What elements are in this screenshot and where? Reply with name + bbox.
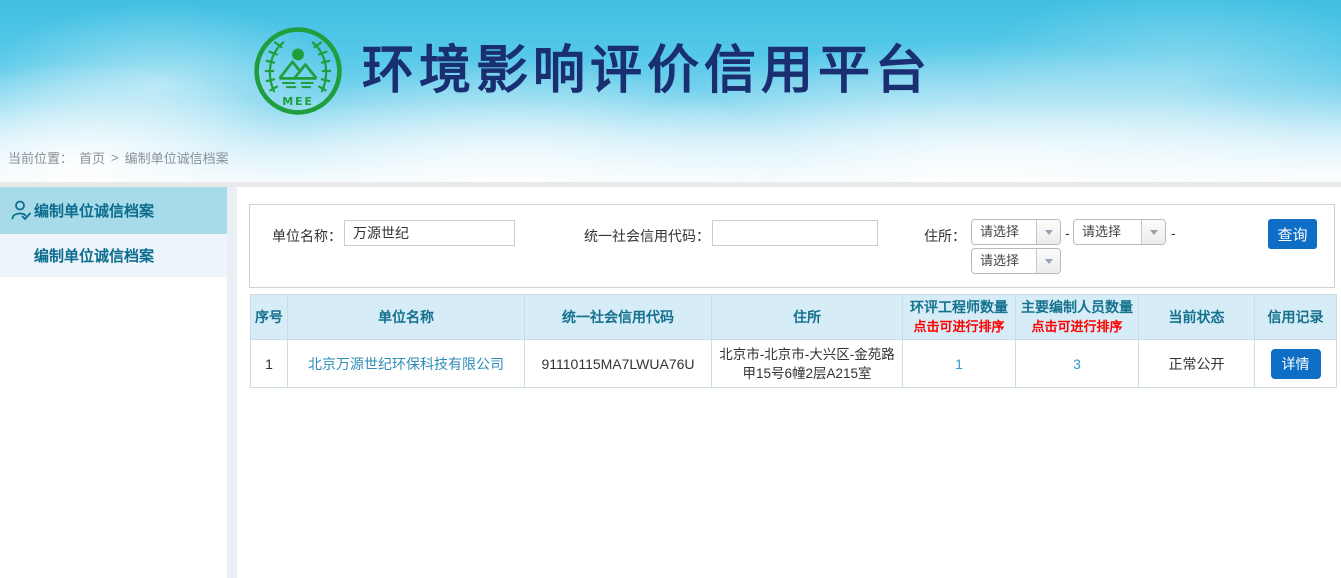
- col-header-status: 当前状态: [1139, 295, 1255, 340]
- unit-name-label: 单位名称：: [250, 226, 342, 246]
- cell-staff-count: 3: [1016, 340, 1139, 388]
- col-header-address: 住所: [712, 295, 903, 340]
- chevron-down-icon: [1150, 230, 1158, 235]
- address-label: 住所：: [892, 226, 966, 246]
- breadcrumb-separator: >: [111, 150, 119, 165]
- col-header-staff-count[interactable]: 主要编制人员数量 点击可进行排序: [1016, 295, 1139, 340]
- chevron-down-icon: [1045, 230, 1053, 235]
- col-header-engineer-count-title: 环评工程师数量: [910, 299, 1008, 315]
- breadcrumb-current: 编制单位诚信档案: [125, 148, 229, 167]
- sidebar-subitem-label: 编制单位诚信档案: [34, 245, 154, 266]
- region-dash: -: [1171, 225, 1176, 241]
- credit-code-input[interactable]: [712, 220, 878, 246]
- cell-address: 北京市-北京市-大兴区-金苑路甲15号6幢2层A215室: [712, 340, 903, 388]
- main: 编制单位诚信档案 编制单位诚信档案 单位名称： 统一社会信用代码： 住所： 请选…: [0, 187, 1341, 578]
- logo-text: MEE: [282, 95, 314, 108]
- region-select-city-value: 请选择: [1074, 220, 1141, 244]
- cell-engineer-count: 1: [903, 340, 1016, 388]
- sidebar: 编制单位诚信档案 编制单位诚信档案: [0, 187, 227, 578]
- region-select-district[interactable]: 请选择: [971, 248, 1061, 274]
- unit-name-link[interactable]: 北京万源世纪环保科技有限公司: [308, 356, 504, 372]
- col-header-unit-name: 单位名称: [288, 295, 525, 340]
- query-button[interactable]: 查询: [1268, 219, 1317, 249]
- staff-count-link[interactable]: 3: [1073, 356, 1081, 372]
- detail-button[interactable]: 详情: [1271, 349, 1321, 379]
- cell-status: 正常公开: [1139, 340, 1255, 388]
- site-header: MEE 环境影响评价信用平台 当前位置： 首页 > 编制单位诚信档案: [0, 0, 1341, 182]
- page: MEE 环境影响评价信用平台 当前位置： 首页 > 编制单位诚信档案 编制单位诚…: [0, 0, 1341, 578]
- breadcrumb-prefix: 当前位置：: [8, 148, 73, 167]
- region-select-district-value: 请选择: [972, 249, 1036, 273]
- col-header-staff-count-title: 主要编制人员数量: [1021, 299, 1133, 315]
- sidebar-item-unit-credit-archive[interactable]: 编制单位诚信档案: [0, 187, 227, 234]
- results-table: 序号 单位名称 统一社会信用代码 住所 环评工程师数量 点击可进行排序 主要编制…: [250, 294, 1337, 388]
- chevron-down-icon: [1045, 259, 1053, 264]
- region-select-city[interactable]: 请选择: [1073, 219, 1166, 245]
- dropdown-arrow-button[interactable]: [1141, 220, 1165, 244]
- sort-hint[interactable]: 点击可进行排序: [1020, 317, 1134, 336]
- sidebar-subitem-unit-credit-archive[interactable]: 编制单位诚信档案: [0, 234, 227, 277]
- unit-name-input[interactable]: [344, 220, 515, 246]
- search-panel: 单位名称： 统一社会信用代码： 住所： 请选择 - 请选择: [249, 204, 1335, 288]
- sidebar-content-divider: [227, 187, 237, 578]
- credit-code-label: 统一社会信用代码：: [530, 226, 710, 246]
- dropdown-arrow-button[interactable]: [1036, 220, 1060, 244]
- table-row: 1 北京万源世纪环保科技有限公司 91110115MA7LWUA76U 北京市-…: [251, 340, 1337, 388]
- cell-credit-code: 91110115MA7LWUA76U: [525, 340, 712, 388]
- breadcrumb-home-link[interactable]: 首页: [79, 148, 105, 167]
- dropdown-arrow-button[interactable]: [1036, 249, 1060, 273]
- site-title: 环境影响评价信用平台: [362, 25, 932, 117]
- col-header-credit-code: 统一社会信用代码: [525, 295, 712, 340]
- breadcrumb: 当前位置： 首页 > 编制单位诚信档案: [8, 148, 229, 167]
- region-select-province[interactable]: 请选择: [971, 219, 1061, 245]
- cell-no: 1: [251, 340, 288, 388]
- cell-unit-name: 北京万源世纪环保科技有限公司: [288, 340, 525, 388]
- col-header-credit-record: 信用记录: [1255, 295, 1337, 340]
- col-header-engineer-count[interactable]: 环评工程师数量 点击可进行排序: [903, 295, 1016, 340]
- engineer-count-link[interactable]: 1: [955, 356, 963, 372]
- user-check-icon: [9, 198, 33, 222]
- col-header-no: 序号: [251, 295, 288, 340]
- content: 单位名称： 统一社会信用代码： 住所： 请选择 - 请选择: [237, 187, 1341, 578]
- sidebar-item-label: 编制单位诚信档案: [34, 200, 154, 221]
- mee-logo-icon: MEE: [252, 25, 344, 117]
- table-header-row: 序号 单位名称 统一社会信用代码 住所 环评工程师数量 点击可进行排序 主要编制…: [251, 295, 1337, 340]
- region-dash: -: [1065, 225, 1070, 241]
- region-select-province-value: 请选择: [972, 220, 1036, 244]
- brand: MEE 环境影响评价信用平台: [252, 24, 932, 118]
- sort-hint[interactable]: 点击可进行排序: [907, 317, 1011, 336]
- cell-credit-record: 详情: [1255, 340, 1337, 388]
